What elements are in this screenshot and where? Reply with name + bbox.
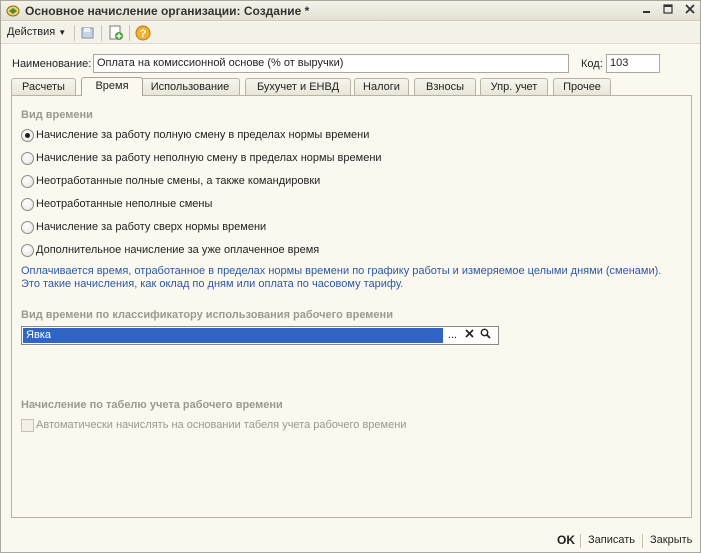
dropdown-caret-icon: ▼ (58, 28, 67, 37)
close-window-button[interactable] (682, 3, 698, 18)
radio-label: Начисление за работу полную смену в пред… (36, 129, 370, 141)
code-label: Код: (581, 58, 603, 70)
classifier-value[interactable]: Явка (22, 327, 444, 344)
new-icon[interactable] (108, 25, 124, 41)
svg-text:?: ? (140, 28, 147, 40)
tab-accounting[interactable]: Бухучет и ЕНВД (245, 78, 351, 95)
tab-management[interactable]: Упр. учет (480, 78, 548, 95)
tab-time[interactable]: Время (81, 77, 143, 96)
tab-other[interactable]: Прочее (553, 78, 611, 95)
title-bar: Основное начисление организации: Создани… (1, 1, 700, 21)
toolbar: Действия ▼ ? (1, 22, 700, 44)
radio-label: Начисление за работу неполную смену в пр… (36, 152, 382, 164)
select-button[interactable]: ... (445, 328, 460, 343)
radio-button[interactable] (21, 198, 34, 211)
name-field[interactable]: Оплата на комиссионной основе (% от выру… (93, 54, 569, 73)
maximize-button[interactable] (660, 3, 676, 18)
name-label: Наименование: (12, 58, 92, 70)
save-button[interactable]: Записать (588, 534, 635, 546)
search-icon[interactable] (478, 328, 493, 343)
tab-usage[interactable]: Использование (140, 78, 240, 95)
radio-label: Неотработанные неполные смены (36, 198, 213, 210)
toolbar-divider (129, 25, 130, 41)
timesheet-title: Начисление по табелю учета рабочего врем… (21, 399, 283, 411)
radio-label: Неотработанные полные смены, а также ком… (36, 175, 321, 187)
classifier-field[interactable]: Явка ... (21, 326, 499, 345)
footer-divider (642, 534, 643, 548)
classifier-title: Вид времени по классификатору использова… (21, 309, 393, 321)
radio-label: Начисление за работу сверх нормы времени (36, 221, 267, 233)
clear-button[interactable] (462, 328, 477, 343)
auto-accrual-checkbox[interactable] (21, 419, 34, 432)
save-copy-icon[interactable] (80, 25, 96, 41)
radio-button[interactable] (21, 152, 34, 165)
footer-divider (580, 534, 581, 548)
actions-label: Действия (7, 26, 56, 38)
info-text-line-2: Это такие начисления, как оклад по дням … (21, 278, 404, 290)
window-title: Основное начисление организации: Создани… (25, 4, 310, 18)
radio-button[interactable] (21, 244, 34, 257)
help-icon[interactable]: ? (135, 25, 151, 41)
form-window: Основное начисление организации: Создани… (0, 0, 701, 553)
minimize-button[interactable] (639, 3, 655, 18)
close-button[interactable]: Закрыть (650, 534, 692, 546)
toolbar-divider (101, 25, 102, 41)
form-icon (6, 5, 20, 20)
tab-contributions[interactable]: Взносы (414, 78, 476, 95)
radio-label: Дополнительное начисление за уже оплачен… (36, 244, 320, 256)
ok-button[interactable]: OK (557, 533, 575, 547)
radio-button[interactable] (21, 129, 34, 142)
time-kind-title: Вид времени (21, 109, 93, 121)
code-field[interactable]: 103 (606, 54, 660, 73)
toolbar-divider (74, 25, 75, 41)
footer-bar: OK Записать Закрыть (1, 530, 700, 552)
radio-button[interactable] (21, 175, 34, 188)
actions-menu-button[interactable]: Действия ▼ (7, 26, 66, 38)
checkbox-label: Автоматически начислять на основании таб… (36, 419, 407, 431)
tab-calculations[interactable]: Расчеты (11, 78, 76, 95)
radio-button[interactable] (21, 221, 34, 234)
info-text-line-1: Оплачивается время, отработанное в преде… (21, 265, 662, 277)
tab-taxes[interactable]: Налоги (354, 78, 409, 95)
